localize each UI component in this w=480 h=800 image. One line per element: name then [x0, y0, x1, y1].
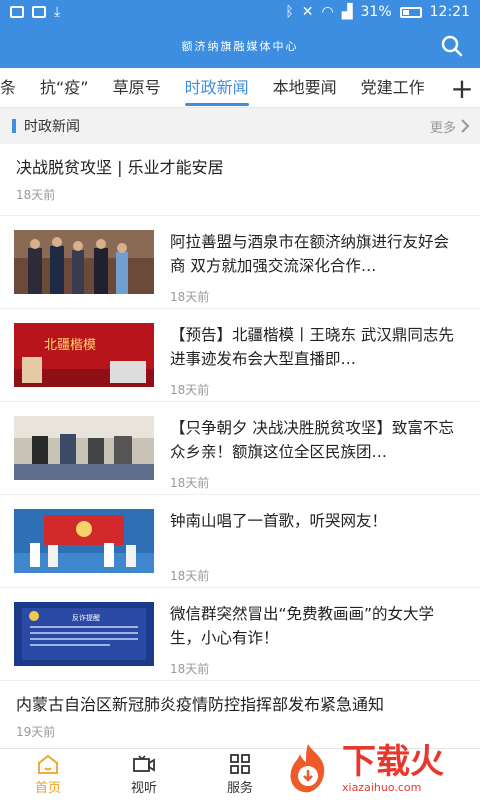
- more-link[interactable]: 更多: [430, 117, 470, 136]
- list-item[interactable]: 【只争朝夕 决战决胜脱贫攻坚】致富不忘众乡亲！额旗这位全区民族团… 18天前: [0, 402, 480, 495]
- bluetooth-icon: ᛒ: [285, 4, 294, 20]
- news-date: 18天前: [16, 188, 56, 202]
- news-title: 内蒙古自治区新冠肺炎疫情防控指挥部发布紧急通知: [16, 695, 385, 714]
- list-item[interactable]: 反诈提醒 微信群突然冒出“免费教画画”的女大学生，小心有诈！ 18天前: [0, 588, 480, 681]
- nav-service[interactable]: 服务: [192, 749, 288, 800]
- tab-caoyuanhao[interactable]: 草原号: [101, 68, 173, 107]
- list-item[interactable]: 北疆楷模 【预告】北疆楷模丨王晓东 武汉鼎同志先进事迹发布会大型直播即… 18天…: [0, 309, 480, 402]
- image-icon: [10, 6, 24, 18]
- news-title: 微信群突然冒出“免费教画画”的女大学生，小心有诈！: [170, 605, 435, 647]
- app-title: 额济纳旗融媒体中心: [181, 40, 299, 53]
- news-thumbnail: [14, 416, 154, 480]
- chevron-right-icon: [461, 119, 470, 133]
- thumb-poster-text: 北疆楷模: [44, 338, 96, 353]
- section-marker: [12, 119, 16, 133]
- add-tab-button[interactable]: +: [444, 68, 480, 107]
- tab-kangyi[interactable]: 抗“疫”: [28, 68, 101, 107]
- watermark-brand: 下载火: [342, 741, 444, 782]
- watermark-url: xiazaihuo.com: [342, 780, 422, 794]
- section-header: 时政新闻 更多: [0, 108, 480, 144]
- news-thumbnail: [14, 230, 154, 294]
- tab-dangjian[interactable]: 党建工作: [349, 68, 437, 107]
- news-date: 18天前: [170, 290, 210, 304]
- grid-icon: [230, 754, 250, 774]
- battery-icon: [399, 6, 422, 18]
- news-title: 钟南山唱了一首歌，听哭网友！: [170, 512, 388, 530]
- tab-item[interactable]: 条: [0, 68, 28, 107]
- battery-percent: 31%: [360, 4, 392, 20]
- signal-icon: ▟: [341, 4, 353, 20]
- news-date: 18天前: [170, 383, 210, 397]
- download-icon: ⤓: [54, 4, 61, 20]
- wifi-icon: ◠: [321, 4, 334, 20]
- news-thumbnail: 反诈提醒: [14, 602, 154, 666]
- watermark: 下载火 xiazaihuo.com: [280, 736, 480, 800]
- news-title: 【只争朝夕 决战决胜脱贫攻坚】致富不忘众乡亲！额旗这位全区民族团…: [170, 419, 454, 461]
- news-title: 【预告】北疆楷模丨王晓东 武汉鼎同志先进事迹发布会大型直播即…: [170, 326, 454, 368]
- nav-media[interactable]: 视听: [96, 749, 192, 800]
- news-title: 决战脱贫攻坚 | 乐业才能安居: [16, 158, 224, 177]
- tab-bendi[interactable]: 本地要闻: [261, 68, 349, 107]
- section-title: 时政新闻: [24, 119, 80, 135]
- search-icon[interactable]: [440, 34, 464, 58]
- category-tabs: 条 抗“疫” 草原号 时政新闻 本地要闻 党建工作 +: [0, 68, 480, 108]
- news-title: 阿拉善盟与酒泉市在额济纳旗进行友好会商 双方就加强交流深化合作…: [170, 233, 450, 275]
- mute-icon: ✕: [301, 4, 314, 20]
- news-date: 18天前: [170, 569, 210, 583]
- list-item[interactable]: 钟南山唱了一首歌，听哭网友！ 18天前: [0, 495, 480, 588]
- app-bar: 额济纳旗融媒体中心: [0, 24, 480, 68]
- nav-media-label: 视听: [130, 781, 157, 796]
- news-date: 18天前: [170, 476, 210, 490]
- flame-logo-icon: [290, 744, 325, 793]
- list-item[interactable]: 决战脱贫攻坚 | 乐业才能安居 18天前: [0, 144, 480, 216]
- news-list: 决战脱贫攻坚 | 乐业才能安居 18天前 阿拉善盟与酒泉市在额济纳旗进行友好会商…: [0, 144, 480, 753]
- video-icon: [133, 755, 155, 772]
- news-thumbnail: 北疆楷模: [14, 323, 154, 387]
- nav-service-label: 服务: [226, 781, 253, 796]
- news-thumbnail: [14, 509, 154, 573]
- activity-icon: [32, 6, 46, 18]
- nav-home[interactable]: 首页: [0, 749, 96, 800]
- list-item[interactable]: 阿拉善盟与酒泉市在额济纳旗进行友好会商 双方就加强交流深化合作… 18天前: [0, 216, 480, 309]
- plus-icon: +: [450, 71, 474, 105]
- clock: 12:21: [429, 4, 470, 20]
- thumb-notice-text: 反诈提醒: [72, 613, 100, 622]
- status-bar: ⤓ ᛒ ✕ ◠ ▟ 31% 12:21: [0, 0, 480, 24]
- nav-home-label: 首页: [34, 781, 61, 796]
- news-date: 18天前: [170, 662, 210, 676]
- home-icon: [38, 754, 58, 774]
- more-label: 更多: [429, 120, 456, 136]
- tab-shizheng[interactable]: 时政新闻: [173, 68, 261, 107]
